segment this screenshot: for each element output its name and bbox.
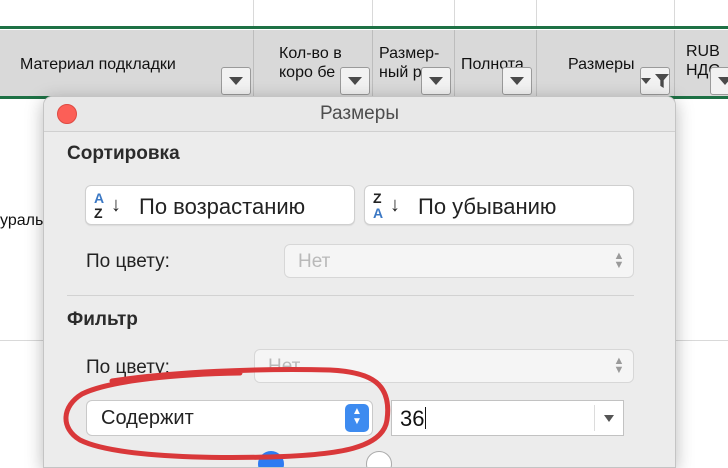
- filter-by-color-label: По цвету:: [86, 357, 170, 378]
- chevron-down-icon: [429, 77, 443, 85]
- header-cell-qty[interactable]: Кол-во в коро бе: [254, 30, 373, 96]
- grid-line: [536, 0, 537, 26]
- grid-line: [372, 0, 373, 26]
- filter-dropdown-button[interactable]: [340, 67, 370, 95]
- filter-heading: Фильтр: [67, 309, 138, 330]
- sort-descending-label: По убыванию: [418, 194, 557, 219]
- filter-dropdown-button[interactable]: [221, 67, 251, 95]
- sort-icon-letter: A: [373, 205, 384, 221]
- filter-dropdown-button[interactable]: [502, 67, 532, 95]
- grid-line: [253, 0, 254, 26]
- header-label: Размеры: [568, 56, 635, 73]
- criteria-input-value[interactable]: 36: [400, 406, 427, 432]
- filter-funnel-icon: [655, 74, 669, 88]
- sort-by-color-label: По цвету:: [86, 251, 170, 272]
- cell-text[interactable]: ураль: [0, 212, 43, 230]
- filter-active-button[interactable]: [640, 67, 670, 95]
- grid-line: [454, 0, 455, 26]
- selection-border: [0, 26, 728, 29]
- sort-ascending-label: По возрастанию: [139, 194, 306, 219]
- filter-by-color-value: Нет: [268, 356, 301, 377]
- header-cell-sizes[interactable]: Размеры: [537, 30, 675, 96]
- sort-descending-icon: Z A ↓: [373, 189, 401, 223]
- chevron-down-icon: [510, 77, 524, 85]
- filter-dropdown-button[interactable]: [421, 67, 451, 95]
- condition-select-value: Содержит: [101, 407, 194, 429]
- chevron-down-icon: [641, 78, 651, 84]
- text-caret: [425, 407, 427, 429]
- popup-title: Размеры: [320, 103, 399, 124]
- updown-chevron-icon: ▲ ▼: [613, 250, 625, 271]
- grid-line: [0, 340, 44, 341]
- sort-ascending-button[interactable]: A Z ↓ По возрастанию: [85, 185, 355, 225]
- chevron-down-icon[interactable]: [604, 415, 614, 422]
- grid-line: [674, 0, 675, 26]
- sort-icon-letter: Z: [373, 190, 382, 206]
- header-cell-material[interactable]: Материал подкладки: [0, 30, 254, 96]
- grid-line: [674, 340, 728, 341]
- sort-heading: Сортировка: [67, 143, 180, 164]
- sort-ascending-icon: A Z ↓: [94, 189, 122, 223]
- sort-by-color-select[interactable]: Нет ▲ ▼: [284, 244, 634, 278]
- header-cell-rub[interactable]: RUB НДС: [675, 30, 728, 96]
- sort-icon-letter: A: [94, 190, 105, 206]
- criteria-combobox[interactable]: 36: [391, 400, 624, 436]
- updown-chevron-icon: ▲ ▼: [345, 404, 369, 432]
- filter-by-color-select[interactable]: Нет ▲ ▼: [254, 349, 634, 383]
- filter-popup: Размеры Сортировка A Z ↓ По возрастанию …: [43, 96, 676, 468]
- section-divider: [67, 295, 634, 296]
- combobox-separator: [594, 405, 595, 431]
- sort-descending-button[interactable]: Z A ↓ По убыванию: [364, 185, 634, 225]
- chevron-down-icon: [718, 77, 728, 85]
- arrow-down-icon: ↓: [111, 194, 121, 216]
- filter-dropdown-button[interactable]: [710, 67, 728, 95]
- header-cell-fullness[interactable]: Полнота: [455, 30, 537, 96]
- condition-select[interactable]: Содержит ▲ ▼: [86, 400, 373, 436]
- sort-icon-letter: Z: [94, 205, 103, 221]
- arrow-down-icon: ↓: [390, 194, 400, 216]
- chevron-down-icon: [229, 77, 243, 85]
- criteria-text: 36: [400, 406, 425, 431]
- header-label: Материал подкладки: [20, 56, 176, 73]
- empty-row: [0, 0, 728, 26]
- chevron-down-icon: [348, 77, 362, 85]
- header-row: Материал подкладки Кол-во в коро бе Разм…: [0, 30, 728, 96]
- popup-titlebar: Размеры: [44, 97, 675, 132]
- updown-chevron-icon: ▲ ▼: [613, 355, 625, 376]
- header-cell-size-range[interactable]: Размер- ный р: [373, 30, 455, 96]
- sort-by-color-value: Нет: [298, 251, 331, 272]
